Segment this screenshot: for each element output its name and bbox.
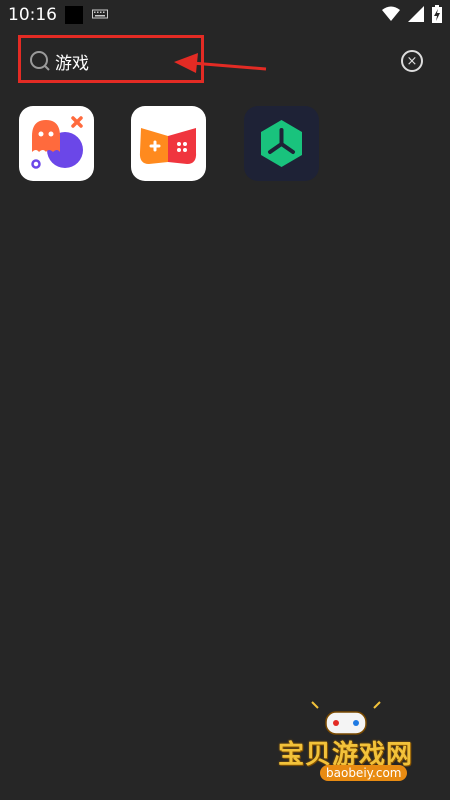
status-time: 10:16 xyxy=(8,5,57,25)
search-query: 游戏 xyxy=(55,54,89,74)
notification-icon xyxy=(65,6,83,24)
search-icon xyxy=(30,51,50,71)
signal-icon xyxy=(408,6,424,22)
app-green-hexagon[interactable] xyxy=(244,106,319,181)
close-icon: × xyxy=(406,53,418,69)
wifi-icon xyxy=(382,6,400,21)
watermark: 宝贝游戏网 baobeiy.com xyxy=(270,700,430,795)
green-hexagon-app-icon xyxy=(261,120,302,167)
app-gamepad[interactable] xyxy=(131,106,206,181)
battery-icon xyxy=(432,5,442,23)
app-ghost-game[interactable] xyxy=(19,106,94,181)
status-bar: 10:16 xyxy=(0,0,450,30)
app-results xyxy=(19,106,439,186)
ghost-game-app-icon xyxy=(31,116,83,169)
clear-search-button[interactable]: × xyxy=(401,50,423,72)
gamepad-app-icon xyxy=(139,128,197,164)
arrow-icon xyxy=(174,53,267,73)
keyboard-icon xyxy=(92,9,108,19)
watermark-url: baobeiy.com xyxy=(320,765,408,781)
